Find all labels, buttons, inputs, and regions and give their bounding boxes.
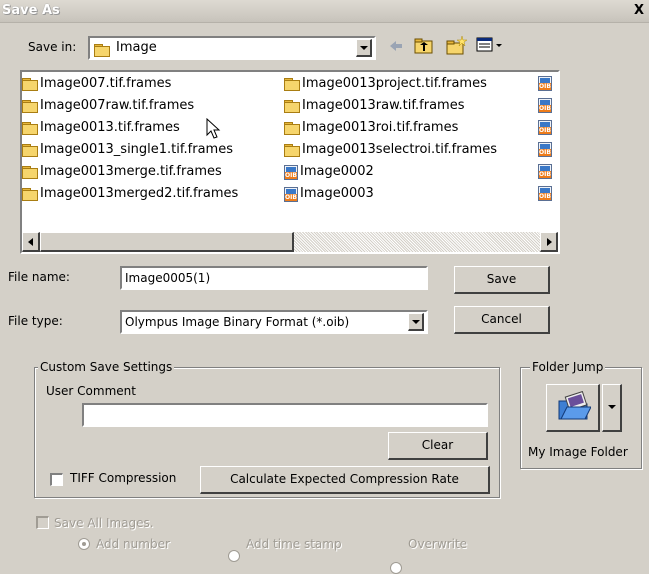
- scroll-thumb[interactable]: [40, 232, 294, 252]
- file-item-label: Image0002: [300, 164, 374, 179]
- mouse-cursor-icon: [206, 117, 224, 140]
- radio-add-time-stamp[interactable]: [228, 550, 240, 562]
- file-item[interactable]: Image007raw.tif.frames: [22, 96, 194, 116]
- file-item-label: Image0003: [300, 186, 374, 201]
- calculate-compression-label: Calculate Expected Compression Rate: [230, 472, 459, 486]
- folder-icon: [22, 122, 38, 135]
- file-type-value: Olympus Image Binary Format (*.oib): [125, 315, 350, 329]
- file-item[interactable]: Image0013_single1.tif.frames: [22, 140, 233, 160]
- file-type-dropdown-button[interactable]: [408, 313, 424, 331]
- folder-icon: [22, 188, 38, 201]
- oib-file-icon: [538, 142, 552, 157]
- save-button-label: Save: [486, 272, 517, 286]
- oib-file-icon: [538, 120, 552, 135]
- file-item-label: Image0013selectroi.tif.frames: [302, 142, 497, 157]
- horizontal-scrollbar[interactable]: [22, 232, 558, 252]
- file-type-combo[interactable]: Olympus Image Binary Format (*.oib): [120, 310, 428, 334]
- tiff-compression-label: TIFF Compression: [70, 471, 177, 485]
- save-in-label: Save in:: [28, 40, 77, 54]
- file-item[interactable]: Image007.tif.frames: [22, 74, 171, 94]
- scroll-right-button[interactable]: [540, 232, 558, 252]
- oib-file-icon: [538, 164, 552, 179]
- file-item[interactable]: Image0013selectroi.tif.frames: [284, 140, 497, 160]
- views-menu-icon[interactable]: [476, 36, 506, 54]
- folder-icon: [284, 122, 300, 135]
- file-item[interactable]: Image0013raw.tif.frames: [284, 96, 464, 116]
- file-item[interactable]: Image0013merge.tif.frames: [22, 162, 222, 182]
- file-item-label: Image007.tif.frames: [40, 76, 172, 91]
- oib-file-icon: [538, 98, 552, 113]
- folder-icon: [22, 100, 38, 113]
- new-folder-icon[interactable]: [446, 34, 468, 56]
- radio-overwrite-label: Overwrite: [408, 537, 468, 551]
- clear-button-label: Clear: [421, 438, 454, 452]
- scroll-left-button[interactable]: [22, 232, 40, 252]
- file-item[interactable]: Image0013merged2.tif.frames: [22, 184, 238, 204]
- file-item-label: Image0013raw.tif.frames: [302, 98, 465, 113]
- file-item-label: Image0013roi.tif.frames: [302, 120, 459, 135]
- back-arrow-icon[interactable]: [388, 38, 404, 54]
- file-item[interactable]: [538, 140, 552, 160]
- file-item[interactable]: [538, 184, 552, 204]
- folder-icon: [284, 100, 300, 113]
- cancel-button[interactable]: Cancel: [454, 306, 550, 334]
- file-name-label: File name:: [8, 270, 70, 284]
- folder-jump-button[interactable]: [546, 384, 600, 432]
- save-all-images-label: Save All Images.: [54, 516, 154, 530]
- oib-file-icon: [538, 186, 552, 201]
- file-item-label: Image0013.tif.frames: [40, 120, 180, 135]
- file-item[interactable]: Image0013roi.tif.frames: [284, 118, 458, 138]
- user-comment-input[interactable]: [82, 403, 488, 427]
- custom-save-settings-caption: Custom Save Settings: [38, 360, 175, 374]
- calculate-compression-button[interactable]: Calculate Expected Compression Rate: [200, 466, 490, 494]
- file-item[interactable]: Image0002: [284, 162, 374, 182]
- folder-jump-dropdown-button[interactable]: [602, 384, 622, 432]
- user-comment-label: User Comment: [46, 384, 136, 398]
- folder-icon: [284, 78, 300, 91]
- window-title: Save As: [2, 3, 60, 18]
- save-in-value: Image: [116, 40, 157, 55]
- folder-icon: [22, 144, 38, 157]
- file-item-label: Image0013project.tif.frames: [302, 76, 487, 91]
- oib-file-icon: [284, 186, 298, 202]
- up-folder-icon[interactable]: [414, 37, 434, 55]
- folder-jump-caption: Folder Jump: [530, 360, 606, 374]
- file-item[interactable]: [538, 118, 552, 138]
- file-item[interactable]: [538, 162, 552, 182]
- file-item[interactable]: Image0013project.tif.frames: [284, 74, 487, 94]
- file-item[interactable]: [538, 74, 552, 94]
- file-item[interactable]: Image0003: [284, 184, 374, 204]
- save-in-dropdown-button[interactable]: [356, 39, 372, 57]
- radio-add-time-stamp-label: Add time stamp: [246, 537, 342, 551]
- tiff-compression-checkbox[interactable]: [50, 473, 63, 486]
- cancel-button-label: Cancel: [481, 312, 522, 326]
- save-in-combo[interactable]: Image: [88, 36, 376, 60]
- radio-add-number-label: Add number: [96, 537, 170, 551]
- folder-icon: [22, 166, 38, 179]
- radio-add-number[interactable]: [78, 538, 90, 550]
- title-bar: Save As X: [0, 0, 649, 23]
- file-list[interactable]: Image007.tif.frames Image007raw.tif.frame…: [20, 70, 560, 254]
- file-item-label: Image0013merge.tif.frames: [40, 164, 222, 179]
- save-all-images-checkbox[interactable]: [36, 516, 49, 529]
- file-item-label: Image0013_single1.tif.frames: [40, 142, 233, 157]
- file-name-input[interactable]: Image0005(1): [120, 266, 428, 290]
- radio-overwrite[interactable]: [390, 562, 402, 574]
- folder-icon: [284, 144, 300, 157]
- folder-icon: [94, 43, 110, 57]
- file-item[interactable]: Image0013.tif.frames: [22, 118, 180, 138]
- file-item-label: Image007raw.tif.frames: [40, 98, 195, 113]
- oib-file-icon: [284, 164, 298, 180]
- folder-photo-icon: [557, 390, 592, 423]
- file-name-value: Image0005(1): [125, 271, 211, 285]
- clear-button[interactable]: Clear: [388, 432, 488, 460]
- file-item[interactable]: [538, 96, 552, 116]
- close-button[interactable]: X: [632, 4, 646, 18]
- oib-file-icon: [538, 76, 552, 91]
- save-button[interactable]: Save: [454, 266, 550, 294]
- file-type-label: File type:: [8, 314, 63, 328]
- folder-jump-label: My Image Folder: [528, 445, 628, 459]
- file-item-label: Image0013merged2.tif.frames: [40, 186, 239, 201]
- folder-icon: [22, 78, 38, 91]
